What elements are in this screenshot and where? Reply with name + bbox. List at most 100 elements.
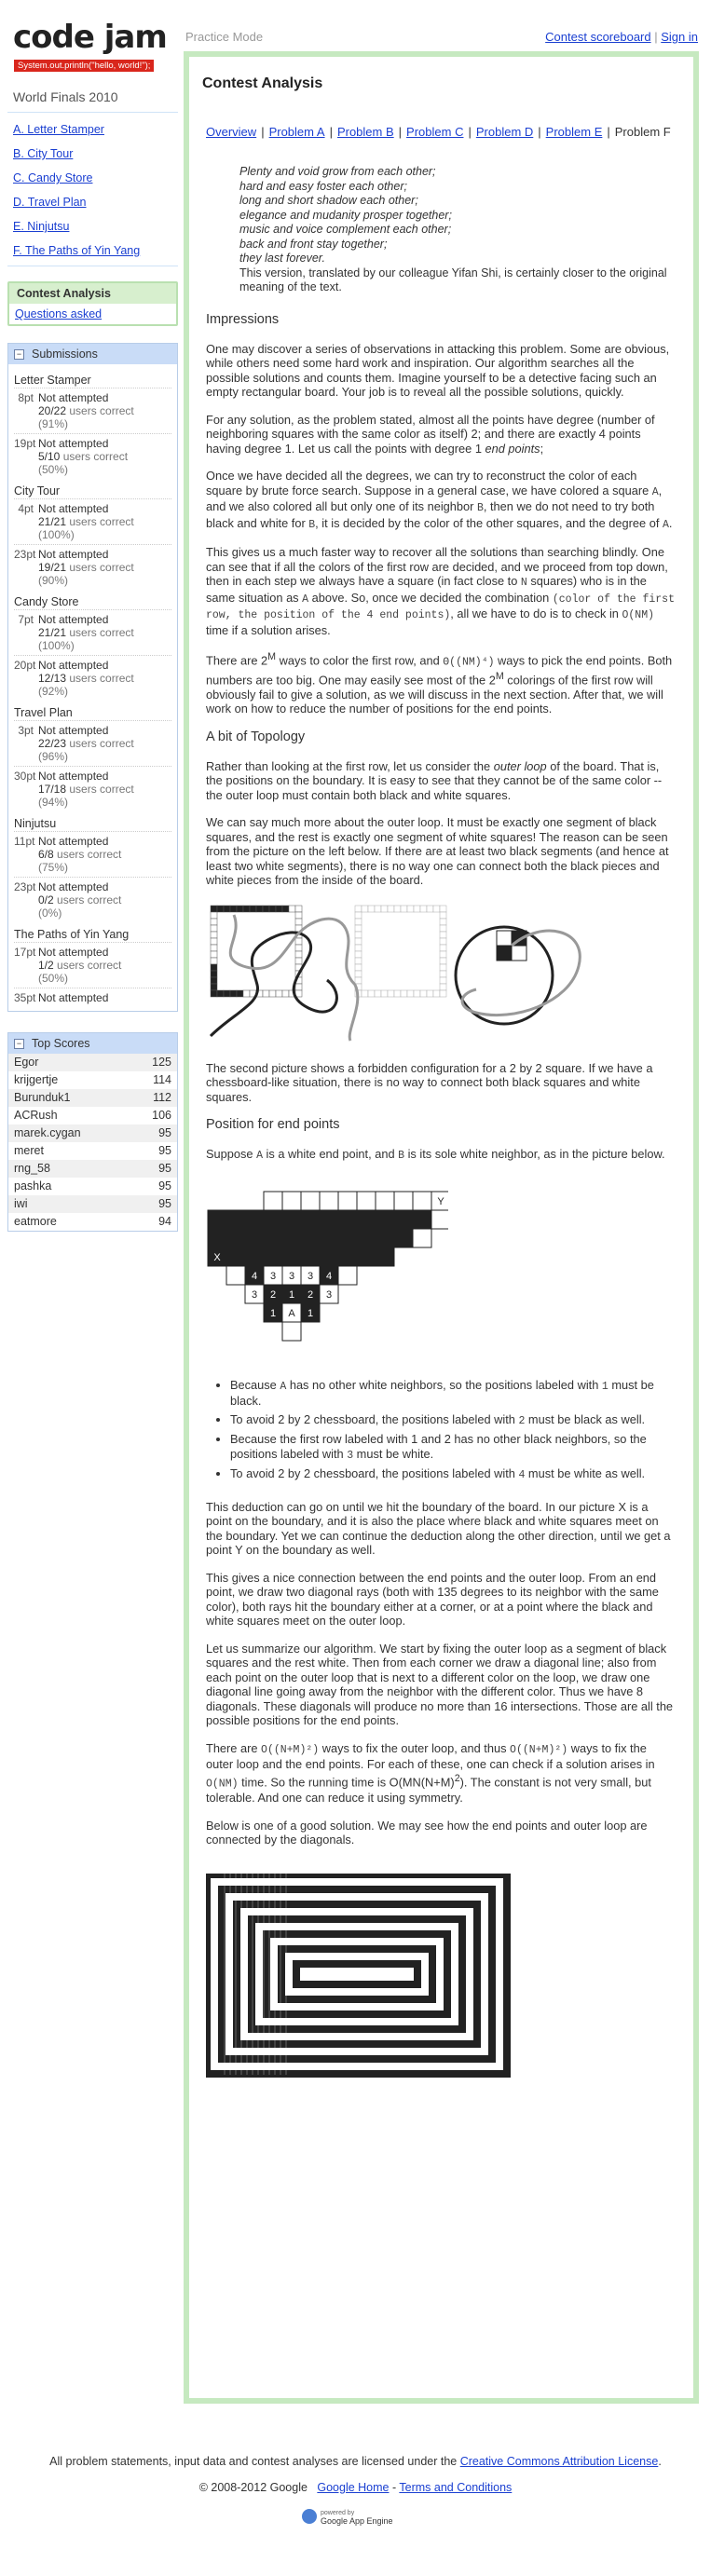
points: 8pt <box>18 391 34 404</box>
grid-cell <box>319 1209 339 1230</box>
paragraph: Rather than looking at the first row, le… <box>206 758 663 802</box>
points: 35pt <box>14 991 36 1004</box>
chess-square <box>496 930 513 947</box>
grid-cell <box>393 989 402 997</box>
submission-row: 11pt Not attempted 6/8 users correct (75%) <box>14 831 171 877</box>
grid-cell <box>288 905 296 912</box>
app-engine-badge[interactable]: powered by Google App Engine <box>300 2505 412 2530</box>
correct-percent: (90%) <box>38 574 69 587</box>
grid-cell <box>375 1247 395 1267</box>
correct-label: users correct <box>62 450 129 463</box>
grid-cell <box>210 931 218 938</box>
grid-cell <box>439 937 447 945</box>
correct-percent: (91%) <box>38 417 69 430</box>
grid-cell <box>375 1191 395 1211</box>
tab-overview[interactable]: Overview <box>206 125 256 139</box>
cell-label: 3 <box>308 1271 313 1282</box>
contestant-name[interactable]: rng_58 <box>14 1162 50 1176</box>
grid-cell <box>263 1191 283 1211</box>
tab-problem-d[interactable]: Problem D <box>476 125 533 139</box>
grid-cell <box>374 905 382 912</box>
paragraph: For any solution, as the problem stated,… <box>206 412 655 456</box>
submission-row: 35pt Not attempted <box>14 988 171 1007</box>
correct-count: 1/2 <box>38 959 54 972</box>
contestant-name[interactable]: Egor <box>14 1056 38 1070</box>
grid-cell <box>354 944 362 951</box>
contestant-name[interactable]: marek.cygan <box>14 1126 81 1140</box>
grid-cell <box>294 937 303 945</box>
score-value: 95 <box>158 1162 171 1175</box>
tab-problem-a[interactable]: Problem A <box>269 125 325 139</box>
grid-cell <box>439 911 447 919</box>
grid-cell <box>281 1191 302 1211</box>
contestant-name[interactable]: pashka <box>14 1179 51 1193</box>
problem-link-b[interactable]: B. City Tour <box>13 147 73 160</box>
problem-link-f[interactable]: F. The Paths of Yin Yang <box>13 244 140 257</box>
logo-tagline: System.out.println("hello, world!"); <box>14 60 155 72</box>
top-scores-heading: Top Scores <box>32 1037 90 1050</box>
terms-link[interactable]: Terms and Conditions <box>399 2481 512 2494</box>
problem-link-d[interactable]: D. Travel Plan <box>13 196 87 209</box>
cell-label: 4 <box>252 1271 257 1282</box>
sign-in-link[interactable]: Sign in <box>661 30 698 44</box>
grid-cell <box>249 905 257 912</box>
grid-cell <box>210 963 218 971</box>
grid-cell <box>300 1228 321 1248</box>
points: 17pt <box>14 946 36 959</box>
correct-percent: (0%) <box>38 906 62 920</box>
score-row: meret 95 <box>8 1142 177 1160</box>
contest-scoreboard-link[interactable]: Contest scoreboard <box>545 30 650 44</box>
tab-separator: | <box>607 125 610 139</box>
grid-cell <box>426 905 434 912</box>
contestant-name[interactable]: ACRush <box>14 1109 58 1123</box>
correct-label: users correct <box>69 515 134 528</box>
grid-cell <box>354 970 362 977</box>
cell-label: 1 <box>289 1289 294 1301</box>
grid-cell <box>210 970 218 977</box>
cell-label: 1 <box>270 1308 276 1319</box>
grid-cell <box>439 950 447 958</box>
questions-asked-link[interactable]: Questions asked <box>15 307 102 320</box>
correct-label: users correct <box>69 626 134 639</box>
tab-problem-c[interactable]: Problem C <box>406 125 463 139</box>
top-scores-box: − Top Scores Egor 125 krijgertje 114 Burunduk… <box>7 1032 178 1232</box>
contestant-name[interactable]: Burunduk1 <box>14 1091 70 1105</box>
grid-cell <box>367 989 376 997</box>
grid-cell <box>244 1209 265 1230</box>
collapse-icon[interactable]: − <box>14 1038 24 1049</box>
license-link[interactable]: Creative Commons Attribution License <box>460 2455 659 2468</box>
grid-cell <box>263 1247 283 1267</box>
grid-cell <box>354 931 362 938</box>
grid-cell <box>294 983 303 990</box>
grid-cell <box>432 905 441 912</box>
code-jam-logo[interactable]: code jam <box>13 20 168 54</box>
contestant-name[interactable]: krijgertje <box>14 1073 58 1087</box>
correct-count: 0/2 <box>38 893 54 906</box>
paragraph: There are 2M ways to color the first row… <box>206 651 673 716</box>
grid-cell <box>393 1228 414 1248</box>
contestant-name[interactable]: meret <box>14 1144 44 1158</box>
grid-cell <box>354 976 362 984</box>
problem-link-e[interactable]: E. Ninjutsu <box>13 220 69 233</box>
grid-cell <box>268 989 277 997</box>
problem-link-c[interactable]: C. Candy Store <box>13 171 92 184</box>
tab-problem-b[interactable]: Problem B <box>337 125 394 139</box>
grid-cell <box>406 905 415 912</box>
grid-cell <box>439 924 447 932</box>
contest-name: World Finals 2010 <box>13 89 118 104</box>
google-home-link[interactable]: Google Home <box>317 2481 389 2494</box>
grid-cell <box>319 1228 339 1248</box>
score-row: rng_58 95 <box>8 1160 177 1178</box>
problem-link-a[interactable]: A. Letter Stamper <box>13 123 104 136</box>
points: 7pt <box>18 613 34 626</box>
practice-mode-label: Practice Mode <box>185 30 264 44</box>
collapse-icon[interactable]: − <box>14 348 24 360</box>
contestant-name[interactable]: iwi <box>14 1197 28 1211</box>
grid-cell <box>354 937 362 945</box>
status: Not attempted <box>38 880 109 893</box>
submission-row: 30pt Not attempted 17/18 users correct (94%… <box>14 766 171 811</box>
correct-percent: (75%) <box>38 861 69 874</box>
contestant-name[interactable]: eatmore <box>14 1215 57 1229</box>
tab-problem-e[interactable]: Problem E <box>546 125 603 139</box>
score-row: krijgertje 114 <box>8 1071 177 1089</box>
